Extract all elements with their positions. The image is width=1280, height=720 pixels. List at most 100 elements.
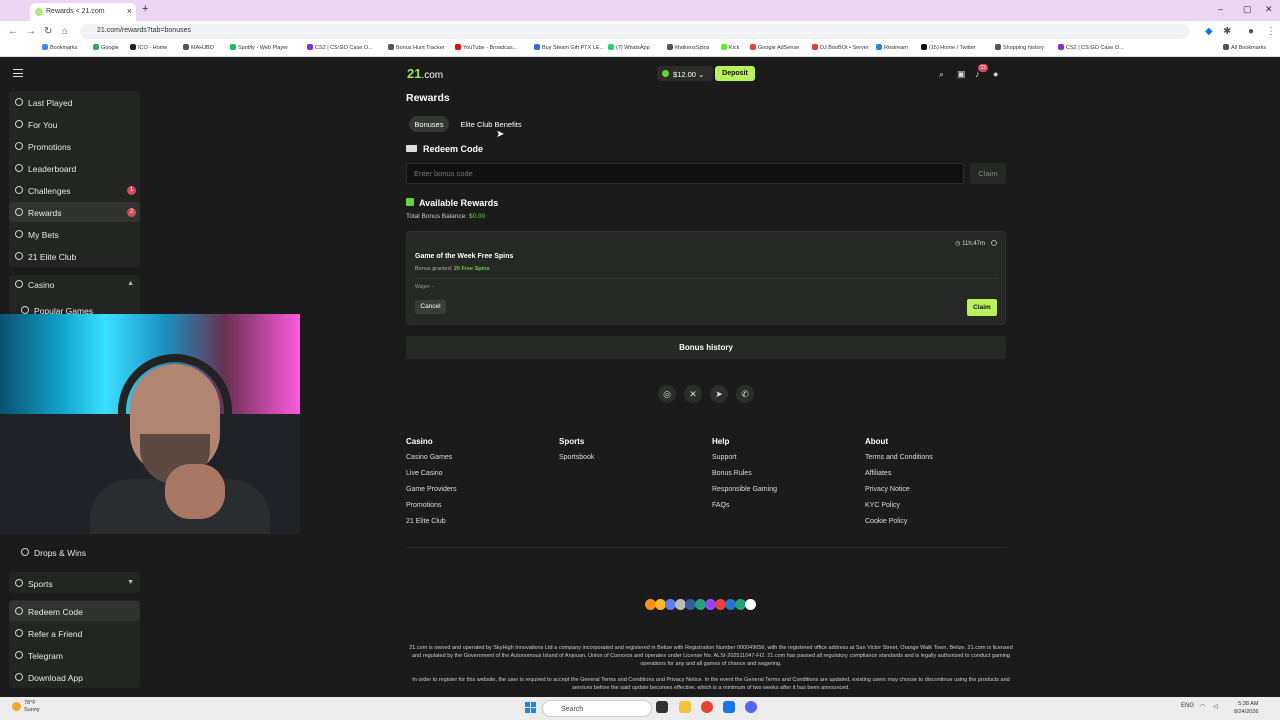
deposit-button[interactable]: Deposit: [715, 66, 755, 81]
info-icon[interactable]: [991, 240, 997, 246]
footer-link[interactable]: Promotions: [406, 502, 546, 518]
instagram-icon[interactable]: ◎: [658, 385, 676, 403]
file-explorer-icon[interactable]: [679, 701, 691, 713]
close-window-icon[interactable]: ✕: [1265, 4, 1273, 15]
sidebar-item-leaderboard[interactable]: Leaderboard: [9, 158, 140, 178]
search-icon[interactable]: ⌕: [939, 69, 944, 80]
chrome-icon[interactable]: [701, 701, 713, 713]
bookmark-item[interactable]: All Bookmarks: [1223, 44, 1266, 51]
bookmark-item[interactable]: Buy Steam Gift PTX LE...: [534, 44, 604, 51]
extension-icon[interactable]: ◆: [1205, 26, 1213, 37]
sidebar-item-21-elite-club[interactable]: 21 Elite Club: [9, 246, 140, 266]
sidebar-item-promotions[interactable]: Promotions: [9, 136, 140, 156]
footer-link[interactable]: Privacy Notice: [865, 486, 1005, 502]
forward-icon[interactable]: →: [26, 26, 36, 37]
balance-dropdown[interactable]: $12.00 ⌄: [657, 66, 713, 81]
sidebar-item-refer-a-friend[interactable]: Refer a Friend: [9, 623, 140, 643]
bonus-code-input[interactable]: Enter bonus code: [406, 163, 964, 184]
bookmark-item[interactable]: MatkensSpins: [667, 44, 710, 51]
crypto-logos: [645, 596, 756, 611]
minimize-icon[interactable]: –: [1218, 4, 1223, 14]
tab-bonuses[interactable]: Bonuses: [409, 116, 449, 132]
sidebar-sports[interactable]: Sports ▼: [9, 573, 140, 593]
bookmark-item[interactable]: Shopping history: [995, 44, 1044, 51]
footer-link[interactable]: Bonus Rules: [712, 470, 852, 486]
bookmark-item[interactable]: CS2 | CS:GO Case O...: [307, 44, 373, 51]
footer-link[interactable]: Terms and Conditions: [865, 454, 1005, 470]
task-view-icon[interactable]: [656, 701, 668, 713]
wifi-icon[interactable]: ◠: [1200, 703, 1205, 710]
footer-link[interactable]: Support: [712, 454, 852, 470]
bookmark-item[interactable]: (15) Home / Twitter: [921, 44, 976, 51]
coin-icon: [662, 70, 669, 77]
close-tab-icon[interactable]: ×: [127, 6, 132, 16]
back-icon[interactable]: ←: [8, 26, 18, 37]
menu-kebab-icon[interactable]: ⋮: [1266, 26, 1276, 37]
sidebar-item-for-you[interactable]: For You: [9, 114, 140, 134]
profile-icon[interactable]: ●: [1248, 26, 1254, 37]
chevron-up-icon[interactable]: ▲: [127, 280, 134, 287]
bookmark-item[interactable]: Kick: [721, 44, 739, 51]
bookmark-item[interactable]: Google AdSense: [750, 44, 799, 51]
user-icon[interactable]: ●: [993, 69, 998, 79]
footer-link[interactable]: Game Providers: [406, 486, 546, 502]
bookmark-item[interactable]: Google: [93, 44, 119, 51]
sidebar-item-rewards[interactable]: Rewards 2: [9, 202, 140, 222]
hamburger-menu-icon[interactable]: [13, 69, 23, 77]
home-icon[interactable]: ⌂: [62, 26, 68, 37]
windows-start-icon[interactable]: [525, 702, 536, 713]
footer-link[interactable]: Live Casino: [406, 470, 546, 486]
sidebar-item-redeem-code[interactable]: Redeem Code: [9, 601, 140, 621]
extensions-puzzle-icon[interactable]: ✱: [1223, 26, 1231, 37]
footer-link[interactable]: 21 Elite Club: [406, 518, 546, 534]
bookmark-item[interactable]: ICO - Home: [130, 44, 167, 51]
url-bar[interactable]: 21.com/rewards?tab=bonuses: [80, 24, 1190, 39]
sidebar-item-last-played[interactable]: Last Played: [9, 92, 140, 112]
bookmark-item[interactable]: MAHJBO: [183, 44, 214, 51]
bonus-history-button[interactable]: Bonus history: [406, 336, 1006, 359]
bookmark-item[interactable]: CS2 | CS:GO Case O...: [1058, 44, 1124, 51]
footer-link[interactable]: Responsible Gaming: [712, 486, 852, 502]
bookmark-item[interactable]: Bookmarks: [42, 44, 78, 51]
footer-link[interactable]: Cookie Policy: [865, 518, 1005, 534]
footer-link[interactable]: KYC Policy: [865, 502, 1005, 518]
telegram-icon[interactable]: ➤: [710, 385, 728, 403]
bookmark-item[interactable]: YouTube - Broadcas...: [455, 44, 517, 51]
app-icon[interactable]: [723, 701, 735, 713]
gift-icon[interactable]: ▣: [957, 69, 966, 80]
taskbar-search[interactable]: Search: [542, 700, 652, 717]
chevron-down-icon[interactable]: ▼: [127, 579, 134, 586]
sidebar-drops-wins[interactable]: Drops & Wins: [15, 542, 146, 562]
maximize-icon[interactable]: ▢: [1243, 4, 1252, 15]
bookmark-item[interactable]: DJ BooBOt • Server: [812, 44, 869, 51]
footer-link[interactable]: Sportsbook: [559, 454, 699, 470]
volume-icon[interactable]: ◁: [1213, 703, 1218, 710]
sidebar-item-telegram[interactable]: Telegram: [9, 645, 140, 665]
bookmark-item[interactable]: Spotify - Web Player: [230, 44, 288, 51]
sidebar-item-download-app[interactable]: Download App: [9, 667, 140, 687]
bookmark-item[interactable]: (7) WhatsApp: [608, 44, 650, 51]
weather-widget[interactable]: 78°F Sunny: [12, 700, 40, 714]
site-logo[interactable]: 21.com: [407, 66, 443, 81]
sidebar-item-my-bets[interactable]: My Bets: [9, 224, 140, 244]
reload-icon[interactable]: ↻: [44, 26, 52, 37]
reward-cancel-button[interactable]: Cancel: [415, 300, 446, 314]
weather-desc: Sunny: [24, 707, 40, 713]
x-icon[interactable]: ✕: [684, 385, 702, 403]
browser-tab[interactable]: Rewards < 21.com ×: [30, 3, 136, 21]
sidebar-item-challenges[interactable]: Challenges 1: [9, 180, 140, 200]
whatsapp-icon[interactable]: ✆: [736, 385, 754, 403]
footer-link[interactable]: FAQs: [712, 502, 852, 518]
bookmark-item[interactable]: Restream: [876, 44, 908, 51]
discord-icon[interactable]: [745, 701, 757, 713]
language-indicator[interactable]: ENG: [1181, 703, 1194, 709]
new-tab-icon[interactable]: +: [142, 3, 148, 15]
footer-link[interactable]: Affiliates: [865, 470, 1005, 486]
footer-link[interactable]: Casino Games: [406, 454, 546, 470]
taskbar-clock[interactable]: 5:38 AM 8/24/2026: [1234, 700, 1258, 716]
tab-elite-club-benefits[interactable]: Elite Club Benefits: [455, 116, 527, 132]
bookmark-item[interactable]: Bonus Hunt Tracker: [388, 44, 445, 51]
sidebar-casino[interactable]: Casino ▲: [9, 274, 140, 294]
reward-claim-button[interactable]: Claim: [967, 299, 997, 316]
redeem-claim-button[interactable]: Claim: [970, 163, 1006, 184]
